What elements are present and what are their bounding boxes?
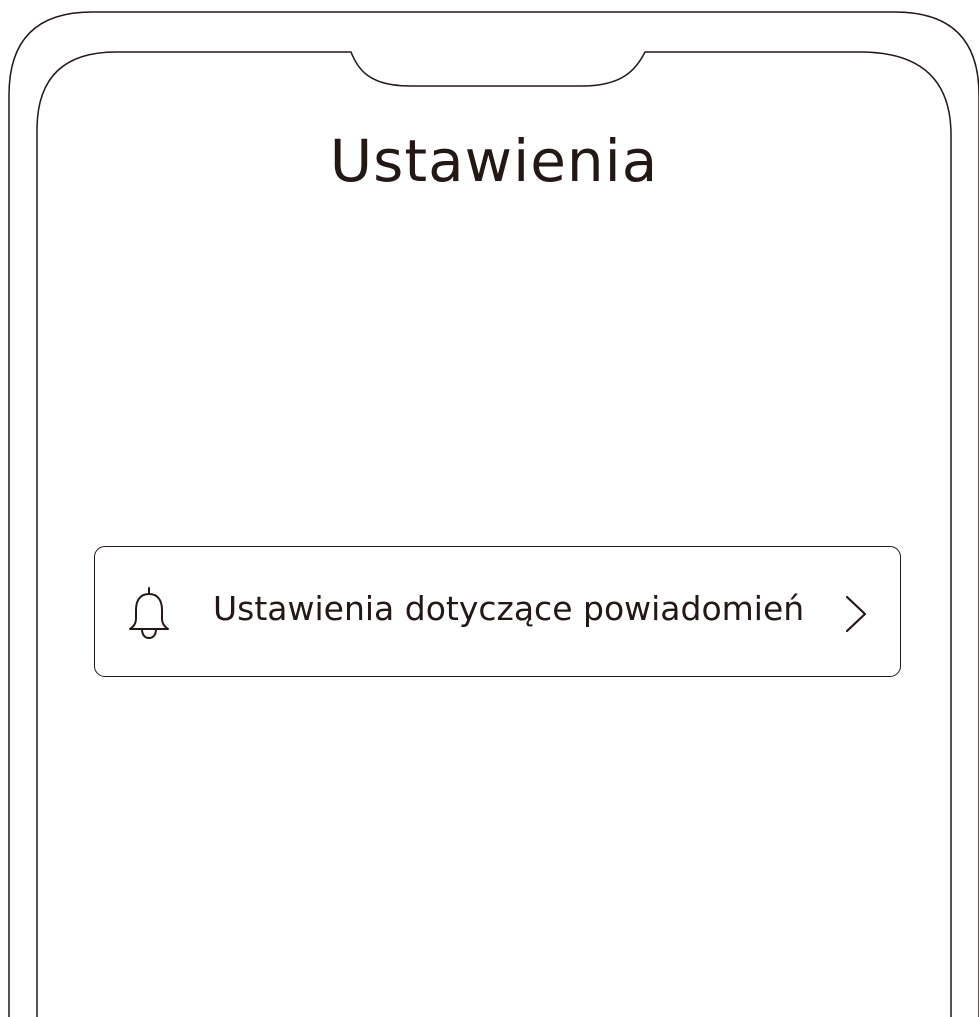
page-title: Ustawienia xyxy=(329,127,659,195)
notification-settings-label: Ustawienia dotyczące powiadomień xyxy=(213,589,805,628)
chevron-right-icon xyxy=(841,593,871,635)
notification-settings-item[interactable]: Ustawienia dotyczące powiadomień xyxy=(94,546,901,677)
bell-icon xyxy=(125,584,173,642)
